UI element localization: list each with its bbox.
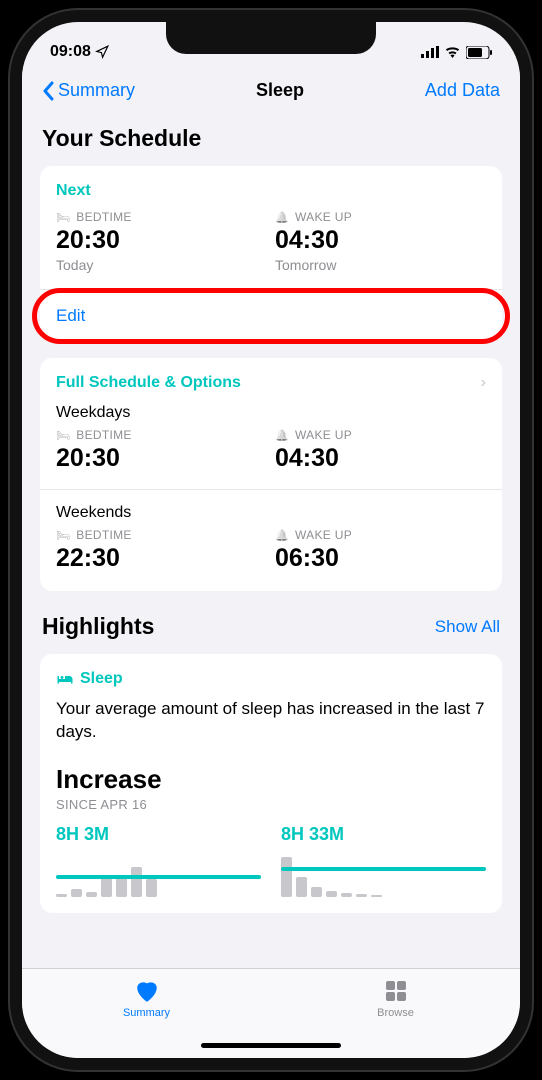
wake-value: 04:30 bbox=[275, 226, 486, 255]
chevron-left-icon bbox=[42, 81, 54, 101]
heart-icon bbox=[134, 979, 160, 1003]
tab-bar: Summary Browse bbox=[22, 968, 520, 1058]
tab-summary[interactable]: Summary bbox=[107, 979, 187, 1058]
back-button[interactable]: Summary bbox=[42, 80, 135, 101]
add-data-button[interactable]: Add Data bbox=[425, 80, 500, 101]
highlight-text: Your average amount of sleep has increas… bbox=[56, 698, 486, 744]
weekends-label: Weekends bbox=[56, 504, 486, 522]
edit-button[interactable]: Edit bbox=[56, 306, 486, 326]
home-indicator[interactable] bbox=[201, 1043, 341, 1048]
weekdays-bedtime-label: BEDTIME bbox=[76, 428, 131, 442]
chevron-right-icon: › bbox=[481, 374, 486, 392]
page-title: Sleep bbox=[256, 80, 304, 101]
bell-icon bbox=[275, 428, 291, 442]
weekdays-bedtime-value: 20:30 bbox=[56, 444, 267, 473]
weekends-bedtime-label: BEDTIME bbox=[76, 528, 131, 542]
highlights-title: Highlights bbox=[42, 613, 154, 640]
bed-icon bbox=[56, 428, 72, 442]
weekdays-wake-label: WAKE UP bbox=[295, 428, 352, 442]
schedule-title: Your Schedule bbox=[42, 125, 500, 152]
weekends-bedtime-value: 22:30 bbox=[56, 544, 267, 573]
nav-bar: Summary Sleep Add Data bbox=[22, 70, 520, 115]
signal-icon bbox=[421, 46, 439, 58]
weekends-wake-value: 06:30 bbox=[275, 544, 486, 573]
wake-label: WAKE UP bbox=[295, 210, 352, 224]
bell-icon bbox=[275, 528, 291, 542]
wake-sub: Tomorrow bbox=[275, 257, 486, 273]
bed-icon bbox=[56, 528, 72, 542]
chart-right-avg: 8H 33M bbox=[281, 824, 486, 845]
increase-since: SINCE APR 16 bbox=[56, 797, 486, 812]
bedtime-label: BEDTIME bbox=[76, 210, 131, 224]
bedtime-value: 20:30 bbox=[56, 226, 267, 255]
highlight-card[interactable]: Sleep Your average amount of sleep has i… bbox=[40, 654, 502, 913]
grid-icon bbox=[384, 979, 408, 1003]
weekdays-wake-value: 04:30 bbox=[275, 444, 486, 473]
sleep-category: Sleep bbox=[80, 670, 123, 688]
full-schedule-card: Full Schedule & Options › Weekdays BEDTI… bbox=[40, 358, 502, 591]
battery-icon bbox=[466, 46, 492, 59]
wifi-icon bbox=[444, 46, 461, 58]
bell-icon bbox=[275, 210, 291, 224]
chart-left-avg: 8H 3M bbox=[56, 824, 261, 845]
tab-browse-label: Browse bbox=[377, 1007, 414, 1019]
location-icon bbox=[95, 45, 109, 59]
back-label: Summary bbox=[58, 80, 135, 101]
sleep-chart: 8H 3M 8H 33M bbox=[56, 824, 486, 897]
next-schedule-card: Next BEDTIME 20:30 Today WAKE UP 04:30 T… bbox=[40, 166, 502, 342]
bed-icon bbox=[56, 210, 72, 224]
full-schedule-label: Full Schedule & Options bbox=[56, 374, 241, 392]
weekends-wake-label: WAKE UP bbox=[295, 528, 352, 542]
bedtime-sub: Today bbox=[56, 257, 267, 273]
increase-title: Increase bbox=[56, 764, 486, 795]
weekdays-label: Weekdays bbox=[56, 404, 486, 422]
status-time: 09:08 bbox=[50, 43, 91, 61]
tab-browse[interactable]: Browse bbox=[356, 979, 436, 1058]
tab-summary-label: Summary bbox=[123, 1007, 170, 1019]
show-all-button[interactable]: Show All bbox=[435, 617, 500, 637]
bed-icon bbox=[56, 672, 74, 686]
next-label: Next bbox=[56, 182, 486, 200]
full-schedule-link[interactable]: Full Schedule & Options › bbox=[56, 374, 486, 392]
